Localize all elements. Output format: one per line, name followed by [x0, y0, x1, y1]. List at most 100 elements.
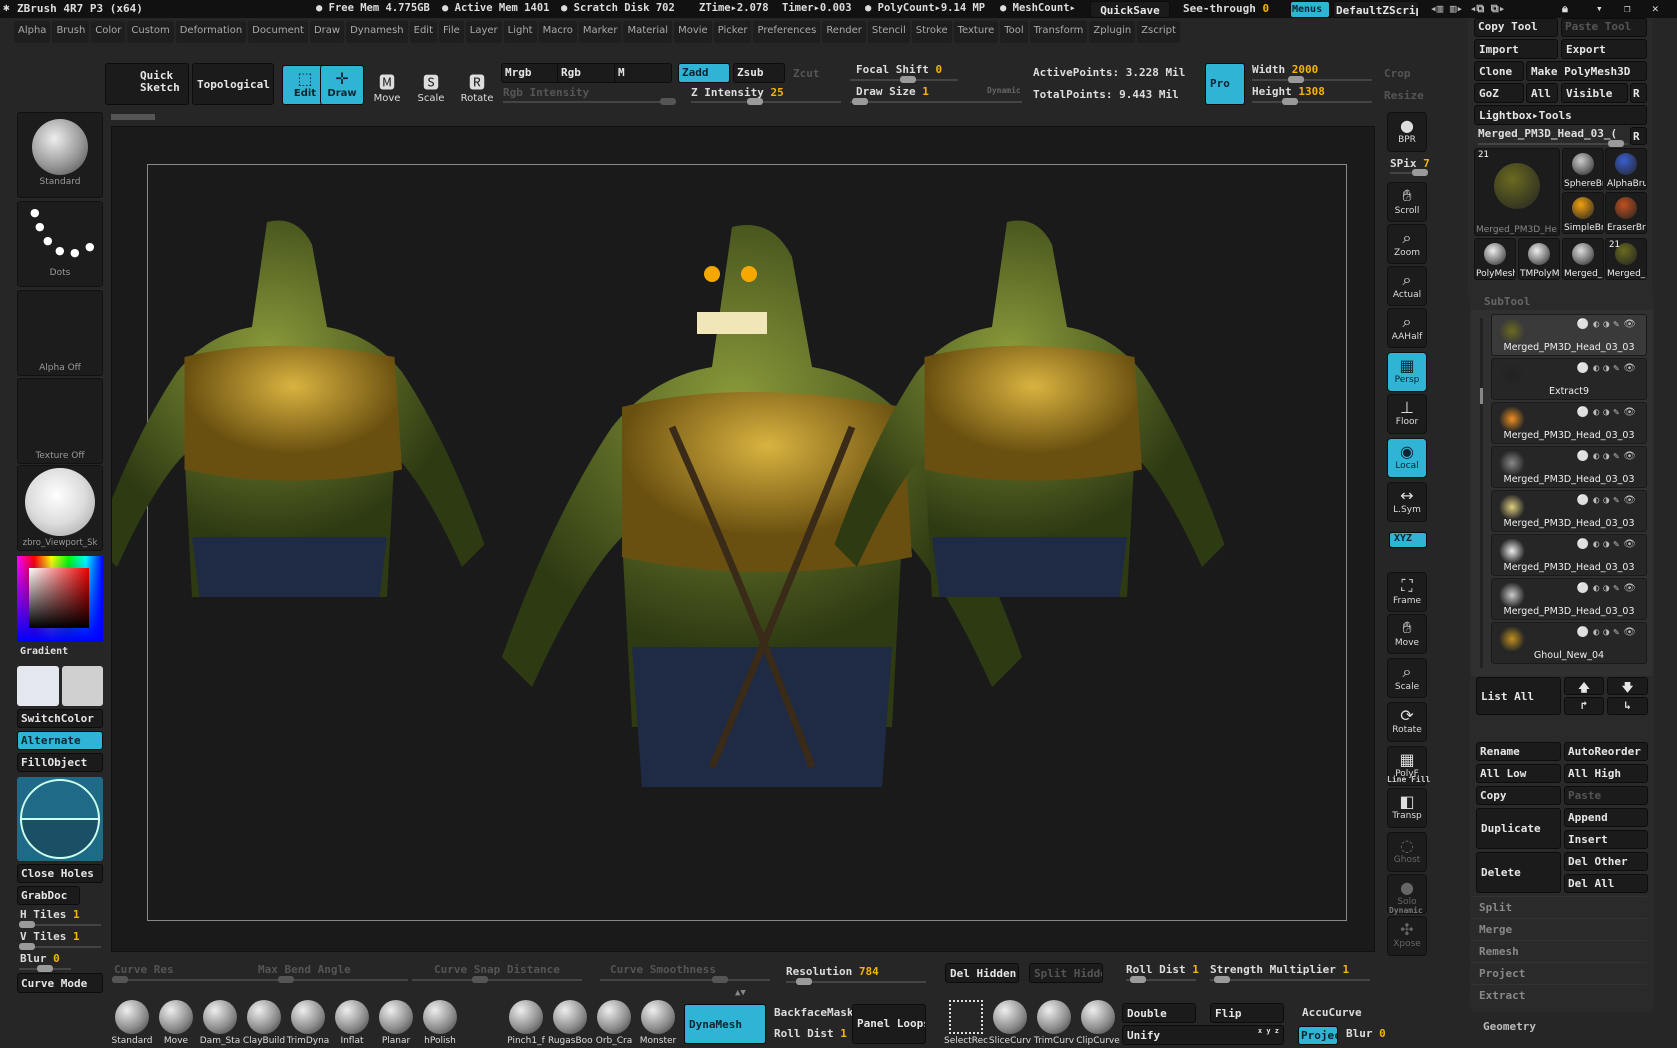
- geometry-section[interactable]: Geometry: [1483, 1020, 1536, 1033]
- crop-button[interactable]: Crop: [1384, 67, 1411, 80]
- width-slider[interactable]: [1252, 76, 1372, 83]
- menu-stroke[interactable]: Stroke: [911, 21, 952, 43]
- subtool-title[interactable]: SubTool: [1484, 295, 1530, 308]
- fill-object-button[interactable]: FillObject: [17, 753, 103, 772]
- tool-thumbnail[interactable]: AlphaBrus: [1605, 148, 1647, 190]
- quicksave-button[interactable]: QuickSave: [1090, 1, 1170, 18]
- lsym-button[interactable]: ↔ L.Sym: [1387, 482, 1427, 522]
- menu-material[interactable]: Material: [623, 21, 673, 43]
- default-zscript-button[interactable]: DefaultZScript: [1333, 1, 1419, 18]
- subtool-section-split[interactable]: Split: [1471, 896, 1647, 918]
- accucurve-toggle[interactable]: AccuCurve: [1302, 1006, 1362, 1019]
- frame-button[interactable]: ⛶ Frame: [1387, 572, 1427, 612]
- focal-shift-slider[interactable]: [850, 76, 958, 83]
- brush-orbcra[interactable]: Orb_Cra: [592, 1000, 636, 1046]
- draw-button[interactable]: ✛ Draw: [320, 65, 364, 105]
- topological-button[interactable]: Topological: [192, 63, 274, 105]
- brush-rugasboo[interactable]: RugasBoo: [548, 1000, 593, 1046]
- import-button[interactable]: Import: [1474, 39, 1558, 59]
- paste-button[interactable]: Paste: [1564, 786, 1648, 805]
- restore-icon[interactable]: ❐: [1624, 2, 1631, 15]
- max-bend-slider[interactable]: [258, 976, 408, 983]
- brush-inflat[interactable]: Inflat: [330, 1000, 374, 1046]
- brush-planar[interactable]: Planar: [374, 1000, 418, 1046]
- tool-slicecurv[interactable]: SliceCurv: [988, 1000, 1032, 1046]
- goz-visible-button[interactable]: Visible: [1561, 83, 1628, 103]
- tool-thumbnail[interactable]: Merged_PM3D_He 21: [1474, 148, 1560, 236]
- dynamic-toggle[interactable]: Dynamic: [987, 86, 1021, 95]
- del-all-button[interactable]: Del All: [1564, 874, 1648, 893]
- brush-move[interactable]: Move: [154, 1000, 198, 1046]
- xyz-symmetry-button[interactable]: XYZ: [1389, 532, 1427, 548]
- spix-slider[interactable]: [1390, 169, 1428, 176]
- alternate-button[interactable]: Alternate: [17, 731, 103, 750]
- move-down-button[interactable]: 🡇: [1607, 677, 1648, 695]
- secondary-color-swatch[interactable]: [62, 666, 103, 706]
- menu-document[interactable]: Document: [248, 21, 308, 43]
- current-tool-name[interactable]: Merged_PM3D_Head_03_(: [1478, 127, 1617, 140]
- goz-button[interactable]: GoZ: [1474, 83, 1524, 103]
- brush-pinch1f[interactable]: Pinch1_f: [504, 1000, 548, 1046]
- subtool-visibility-controls-icon[interactable]: ⚪◐◑✎👁︎: [1577, 451, 1640, 462]
- brush-standard[interactable]: Standard: [110, 1000, 154, 1046]
- tool-selectrec[interactable]: SelectRec: [944, 1000, 988, 1046]
- subtool-visibility-controls-icon[interactable]: ⚪◐◑✎👁︎: [1577, 363, 1640, 374]
- h-tiles-slider[interactable]: [19, 921, 101, 928]
- delete-button[interactable]: Delete: [1476, 852, 1561, 893]
- menu-dynamesh[interactable]: Dynamesh: [346, 21, 408, 43]
- tray-handle[interactable]: [111, 114, 155, 120]
- subtool-section-project[interactable]: Project: [1471, 962, 1647, 984]
- tool-trimcurv[interactable]: TrimCurv: [1032, 1000, 1076, 1046]
- brush-claybuild[interactable]: ClayBuild: [242, 1000, 286, 1046]
- subtool-section-extract[interactable]: Extract: [1471, 984, 1647, 1006]
- insert-button[interactable]: Insert: [1564, 830, 1648, 849]
- aahalf-button[interactable]: ⌕ AAHalf: [1387, 308, 1427, 348]
- curve-res-slider[interactable]: [112, 976, 262, 983]
- menu-preferences[interactable]: Preferences: [753, 21, 821, 43]
- scale-button[interactable]: 🆂︎ Scale: [408, 66, 454, 106]
- layout-arrows-icon[interactable]: ◂▥ ▥▸ ◂⧉ ⧉▸: [1430, 2, 1505, 16]
- goz-r-button[interactable]: R: [1630, 83, 1647, 103]
- tool-clipcurve[interactable]: ClipCurve: [1076, 1000, 1120, 1046]
- light-orientation-control[interactable]: [17, 777, 103, 861]
- rotate-button[interactable]: ⟳ Rotate: [1387, 702, 1427, 742]
- menu-zplugin[interactable]: Zplugin: [1089, 21, 1136, 43]
- brush-selector[interactable]: Standard: [17, 112, 103, 198]
- subtool-item[interactable]: ⚪◐◑✎👁︎ Merged_PM3D_Head_03_03: [1491, 446, 1647, 488]
- z-intensity-slider[interactable]: [691, 98, 841, 105]
- lightbox-tools-button[interactable]: Lightbox▸Tools: [1474, 105, 1647, 125]
- curve-snap-slider[interactable]: [412, 976, 582, 983]
- subtool-item[interactable]: ⚪◐◑✎👁︎ Ghoul_New_04: [1491, 622, 1647, 664]
- menu-zscript[interactable]: Zscript: [1137, 21, 1180, 43]
- brush-damsta[interactable]: Dam_Sta: [198, 1000, 242, 1046]
- del-other-button[interactable]: Del Other: [1564, 852, 1648, 871]
- subtool-item[interactable]: ⚪◐◑✎👁︎ Merged_PM3D_Head_03_03: [1491, 490, 1647, 532]
- bpr-button[interactable]: ● BPR: [1387, 112, 1427, 152]
- rotate-button[interactable]: 🆁︎ Rotate: [454, 66, 500, 106]
- close-holes-button[interactable]: Close Holes: [17, 864, 103, 883]
- ghost-button[interactable]: ◌ Ghost: [1387, 832, 1427, 872]
- double-button[interactable]: Double: [1122, 1003, 1196, 1023]
- rgb-intensity-slider[interactable]: [503, 98, 676, 105]
- zsub-button[interactable]: Zsub: [733, 63, 785, 83]
- subtool-item[interactable]: ⚪◐◑✎👁︎ Merged_PM3D_Head_03_03: [1491, 314, 1647, 356]
- menus-toggle[interactable]: Menus: [1290, 1, 1330, 18]
- tool-thumbnail[interactable]: SphereBr: [1562, 148, 1604, 190]
- tool-thumbnail[interactable]: EraserBr: [1605, 192, 1647, 234]
- current-tool-r-button[interactable]: R: [1630, 127, 1647, 145]
- zoom-button[interactable]: ⌕ Zoom: [1387, 224, 1427, 264]
- lock-icon[interactable]: 🔒︎: [1562, 2, 1568, 16]
- subtool-visibility-controls-icon[interactable]: ⚪◐◑✎👁︎: [1577, 539, 1640, 550]
- persp-button[interactable]: ▦ Persp: [1387, 352, 1427, 392]
- draw-size-slider[interactable]: [850, 98, 1022, 105]
- menu-edit[interactable]: Edit: [409, 21, 438, 43]
- subtool-visibility-controls-icon[interactable]: ⚪◐◑✎👁︎: [1577, 495, 1640, 506]
- texture-selector[interactable]: Texture Off: [17, 378, 103, 464]
- append-button[interactable]: Append: [1564, 808, 1648, 827]
- move-button[interactable]: ✋︎ Move: [1387, 614, 1427, 654]
- menu-custom[interactable]: Custom: [127, 21, 174, 43]
- tray-collapse-icon[interactable]: ▲▼: [735, 988, 746, 998]
- alpha-selector[interactable]: Alpha Off: [17, 290, 103, 376]
- switch-color-button[interactable]: SwitchColor: [17, 709, 103, 728]
- subtool-visibility-controls-icon[interactable]: ⚪◐◑✎👁︎: [1577, 583, 1640, 594]
